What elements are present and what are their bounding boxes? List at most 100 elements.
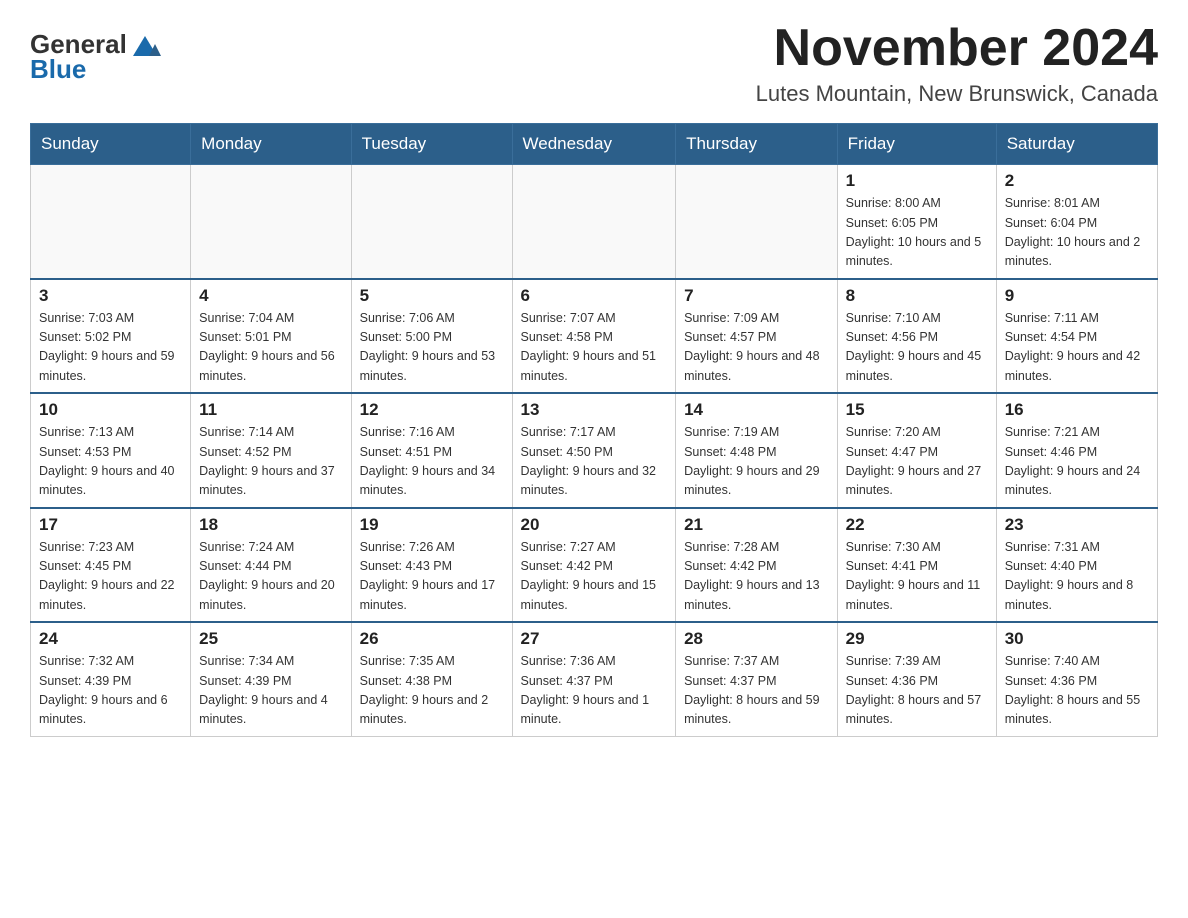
day-number: 12 [360, 400, 504, 420]
day-info: Sunrise: 7:35 AMSunset: 4:38 PMDaylight:… [360, 652, 504, 730]
day-info: Sunrise: 7:09 AMSunset: 4:57 PMDaylight:… [684, 309, 829, 387]
logo-icon [129, 28, 161, 60]
calendar-cell: 25Sunrise: 7:34 AMSunset: 4:39 PMDayligh… [191, 622, 351, 736]
day-info: Sunrise: 7:31 AMSunset: 4:40 PMDaylight:… [1005, 538, 1149, 616]
calendar-cell: 23 Sunrise: 7:31 AMSunset: 4:40 PMDayligh… [996, 508, 1157, 623]
day-number: 10 [39, 400, 182, 420]
calendar-cell: 28 Sunrise: 7:37 AMSunset: 4:37 PMDayligh… [676, 622, 838, 736]
column-header-thursday: Thursday [676, 124, 838, 165]
day-info: Sunrise: 7:36 AMSunset: 4:37 PMDaylight:… [521, 652, 668, 730]
calendar-cell [512, 165, 676, 279]
day-number: 29 [846, 629, 988, 649]
calendar-cell: 7 Sunrise: 7:09 AMSunset: 4:57 PMDaylight… [676, 279, 838, 394]
day-info: Sunrise: 7:06 AMSunset: 5:00 PMDaylight:… [360, 309, 504, 387]
day-number: 22 [846, 515, 988, 535]
day-info: Sunrise: 7:14 AMSunset: 4:52 PMDaylight:… [199, 423, 342, 501]
day-number: 26 [360, 629, 504, 649]
calendar-cell: 13 Sunrise: 7:17 AMSunset: 4:50 PMDayligh… [512, 393, 676, 508]
week-row-4: 17Sunrise: 7:23 AMSunset: 4:45 PMDayligh… [31, 508, 1158, 623]
column-header-sunday: Sunday [31, 124, 191, 165]
calendar-cell: 29 Sunrise: 7:39 AMSunset: 4:36 PMDayligh… [837, 622, 996, 736]
day-number: 8 [846, 286, 988, 306]
calendar-cell: 10 Sunrise: 7:13 AMSunset: 4:53 PMDayligh… [31, 393, 191, 508]
calendar-cell: 4 Sunrise: 7:04 AMSunset: 5:01 PMDaylight… [191, 279, 351, 394]
week-row-5: 24Sunrise: 7:32 AMSunset: 4:39 PMDayligh… [31, 622, 1158, 736]
day-number: 6 [521, 286, 668, 306]
calendar-cell: 30 Sunrise: 7:40 AMSunset: 4:36 PMDayligh… [996, 622, 1157, 736]
day-number: 1 [846, 171, 988, 191]
column-header-saturday: Saturday [996, 124, 1157, 165]
day-info: Sunrise: 7:37 AMSunset: 4:37 PMDaylight:… [684, 652, 829, 730]
calendar-cell: 6 Sunrise: 7:07 AMSunset: 4:58 PMDaylight… [512, 279, 676, 394]
day-number: 21 [684, 515, 829, 535]
calendar-cell: 5 Sunrise: 7:06 AMSunset: 5:00 PMDaylight… [351, 279, 512, 394]
day-number: 14 [684, 400, 829, 420]
calendar-cell: 27 Sunrise: 7:36 AMSunset: 4:37 PMDayligh… [512, 622, 676, 736]
day-info: Sunrise: 7:24 AMSunset: 4:44 PMDaylight:… [199, 538, 342, 616]
day-number: 9 [1005, 286, 1149, 306]
day-number: 30 [1005, 629, 1149, 649]
calendar-cell: 9 Sunrise: 7:11 AMSunset: 4:54 PMDaylight… [996, 279, 1157, 394]
week-row-1: 1 Sunrise: 8:00 AMSunset: 6:05 PMDaylight… [31, 165, 1158, 279]
day-info: Sunrise: 7:28 AMSunset: 4:42 PMDaylight:… [684, 538, 829, 616]
day-headers-row: SundayMondayTuesdayWednesdayThursdayFrid… [31, 124, 1158, 165]
day-info: Sunrise: 7:11 AMSunset: 4:54 PMDaylight:… [1005, 309, 1149, 387]
calendar-table: SundayMondayTuesdayWednesdayThursdayFrid… [30, 123, 1158, 737]
day-number: 28 [684, 629, 829, 649]
month-title: November 2024 [756, 20, 1158, 77]
calendar-cell: 15Sunrise: 7:20 AMSunset: 4:47 PMDayligh… [837, 393, 996, 508]
calendar-cell: 16 Sunrise: 7:21 AMSunset: 4:46 PMDayligh… [996, 393, 1157, 508]
day-number: 23 [1005, 515, 1149, 535]
day-info: Sunrise: 7:39 AMSunset: 4:36 PMDaylight:… [846, 652, 988, 730]
week-row-2: 3Sunrise: 7:03 AMSunset: 5:02 PMDaylight… [31, 279, 1158, 394]
day-info: Sunrise: 7:40 AMSunset: 4:36 PMDaylight:… [1005, 652, 1149, 730]
day-number: 15 [846, 400, 988, 420]
column-header-monday: Monday [191, 124, 351, 165]
day-number: 11 [199, 400, 342, 420]
day-number: 7 [684, 286, 829, 306]
day-number: 27 [521, 629, 668, 649]
day-number: 4 [199, 286, 342, 306]
calendar-cell: 14 Sunrise: 7:19 AMSunset: 4:48 PMDayligh… [676, 393, 838, 508]
calendar-cell: 26 Sunrise: 7:35 AMSunset: 4:38 PMDayligh… [351, 622, 512, 736]
calendar-cell: 11 Sunrise: 7:14 AMSunset: 4:52 PMDayligh… [191, 393, 351, 508]
column-header-tuesday: Tuesday [351, 124, 512, 165]
page-header: General Blue November 2024 Lutes Mountai… [30, 20, 1158, 107]
calendar-cell [191, 165, 351, 279]
day-info: Sunrise: 7:27 AMSunset: 4:42 PMDaylight:… [521, 538, 668, 616]
day-info: Sunrise: 7:21 AMSunset: 4:46 PMDaylight:… [1005, 423, 1149, 501]
day-number: 2 [1005, 171, 1149, 191]
calendar-cell [31, 165, 191, 279]
location-title: Lutes Mountain, New Brunswick, Canada [756, 81, 1158, 107]
column-header-friday: Friday [837, 124, 996, 165]
day-number: 5 [360, 286, 504, 306]
logo: General Blue [30, 28, 161, 82]
day-number: 13 [521, 400, 668, 420]
day-info: Sunrise: 8:00 AMSunset: 6:05 PMDaylight:… [846, 194, 988, 272]
day-info: Sunrise: 7:03 AMSunset: 5:02 PMDaylight:… [39, 309, 182, 387]
day-info: Sunrise: 7:34 AMSunset: 4:39 PMDaylight:… [199, 652, 342, 730]
day-info: Sunrise: 7:19 AMSunset: 4:48 PMDaylight:… [684, 423, 829, 501]
calendar-cell: 19Sunrise: 7:26 AMSunset: 4:43 PMDayligh… [351, 508, 512, 623]
day-info: Sunrise: 7:26 AMSunset: 4:43 PMDaylight:… [360, 538, 504, 616]
day-number: 16 [1005, 400, 1149, 420]
column-header-wednesday: Wednesday [512, 124, 676, 165]
calendar-cell: 18Sunrise: 7:24 AMSunset: 4:44 PMDayligh… [191, 508, 351, 623]
day-info: Sunrise: 7:07 AMSunset: 4:58 PMDaylight:… [521, 309, 668, 387]
calendar-cell [676, 165, 838, 279]
day-info: Sunrise: 7:04 AMSunset: 5:01 PMDaylight:… [199, 309, 342, 387]
day-number: 20 [521, 515, 668, 535]
title-area: November 2024 Lutes Mountain, New Brunsw… [756, 20, 1158, 107]
calendar-cell: 3Sunrise: 7:03 AMSunset: 5:02 PMDaylight… [31, 279, 191, 394]
day-info: Sunrise: 7:23 AMSunset: 4:45 PMDaylight:… [39, 538, 182, 616]
day-info: Sunrise: 7:30 AMSunset: 4:41 PMDaylight:… [846, 538, 988, 616]
day-info: Sunrise: 7:17 AMSunset: 4:50 PMDaylight:… [521, 423, 668, 501]
day-info: Sunrise: 7:13 AMSunset: 4:53 PMDaylight:… [39, 423, 182, 501]
day-info: Sunrise: 8:01 AMSunset: 6:04 PMDaylight:… [1005, 194, 1149, 272]
logo-blue-text: Blue [30, 56, 86, 82]
calendar-cell: 22 Sunrise: 7:30 AMSunset: 4:41 PMDayligh… [837, 508, 996, 623]
calendar-cell: 12Sunrise: 7:16 AMSunset: 4:51 PMDayligh… [351, 393, 512, 508]
week-row-3: 10 Sunrise: 7:13 AMSunset: 4:53 PMDayligh… [31, 393, 1158, 508]
day-info: Sunrise: 7:32 AMSunset: 4:39 PMDaylight:… [39, 652, 182, 730]
calendar-cell: 20 Sunrise: 7:27 AMSunset: 4:42 PMDayligh… [512, 508, 676, 623]
